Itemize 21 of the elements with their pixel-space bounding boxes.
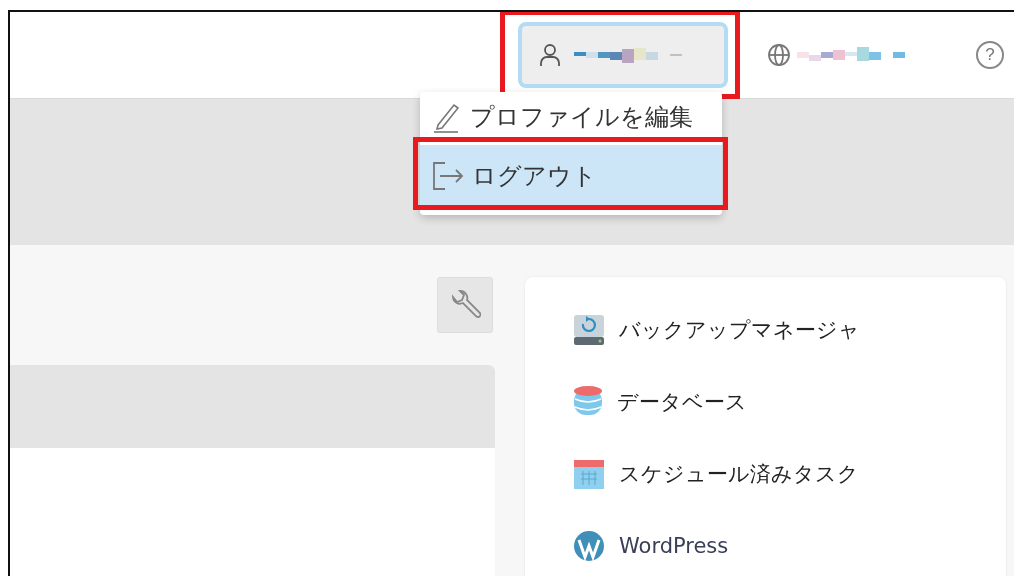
tool-label: スケジュール済みタスク bbox=[619, 461, 859, 488]
user-icon bbox=[538, 43, 562, 67]
menu-item[interactable]: ログアウト bbox=[420, 145, 722, 207]
menu-item[interactable]: プロファイルを編集 bbox=[420, 97, 722, 137]
tool-label: バックアップマネージャ bbox=[619, 317, 860, 344]
wordpress-logo-icon bbox=[573, 530, 605, 562]
tool-label: WordPress bbox=[619, 534, 729, 558]
settings-button[interactable] bbox=[437, 277, 493, 333]
wrench-icon bbox=[449, 289, 481, 321]
tool-link[interactable]: WordPress bbox=[573, 529, 1006, 563]
hard-drive-icon bbox=[573, 314, 605, 346]
tool-label: データベース bbox=[617, 389, 747, 416]
tool-link[interactable]: スケジュール済みタスク bbox=[573, 457, 1006, 491]
tool-link[interactable]: データベース bbox=[573, 385, 1006, 419]
help-button[interactable]: ? bbox=[976, 41, 1004, 69]
user-menu-button[interactable] bbox=[518, 22, 728, 88]
calendar-icon bbox=[573, 458, 605, 490]
logout-icon bbox=[432, 161, 464, 191]
tool-link[interactable]: バックアップマネージャ bbox=[573, 313, 1006, 347]
globe-icon bbox=[767, 43, 791, 67]
pencil-icon bbox=[432, 101, 462, 133]
